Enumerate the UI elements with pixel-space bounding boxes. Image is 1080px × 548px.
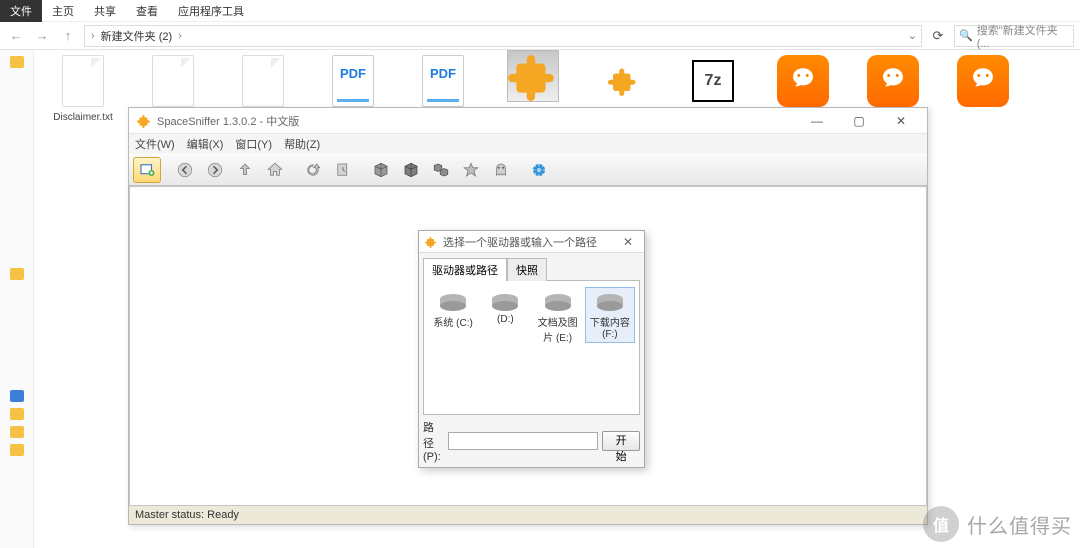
hard-drive-icon bbox=[594, 290, 626, 312]
file-item[interactable] bbox=[948, 50, 1018, 123]
titlebar[interactable]: SpaceSniffer 1.3.0.2 - 中文版 — ▢ ✕ bbox=[129, 108, 927, 134]
tab-home[interactable]: 主页 bbox=[42, 0, 84, 22]
text-file-icon bbox=[152, 55, 194, 107]
text-file-icon bbox=[242, 55, 284, 107]
text-file-icon bbox=[62, 55, 104, 107]
sidebar-marker[interactable] bbox=[10, 444, 24, 456]
chevron-right-icon: › bbox=[176, 30, 184, 42]
status-text: Master status: Ready bbox=[135, 509, 239, 521]
forward-button[interactable] bbox=[201, 157, 229, 183]
drive-c[interactable]: 系统 (C:) bbox=[428, 287, 478, 332]
sidebar-marker[interactable] bbox=[10, 268, 24, 280]
app-icon bbox=[137, 114, 151, 128]
maximize-button[interactable]: ▢ bbox=[841, 111, 877, 131]
drive-label: (D:) bbox=[497, 314, 514, 325]
file-item-disclaimer[interactable]: Disclaimer.txt bbox=[48, 50, 118, 123]
pdf-file-icon: PDF bbox=[422, 55, 464, 107]
window-title: SpaceSniffer 1.3.0.2 - 中文版 bbox=[157, 113, 299, 129]
sidebar-marker[interactable] bbox=[10, 426, 24, 438]
status-bar: Master status: Ready bbox=[129, 506, 927, 524]
breadcrumb-item[interactable]: 新建文件夹 (2) bbox=[101, 28, 173, 44]
file-label: Disclaimer.txt bbox=[53, 112, 112, 123]
tab-view[interactable]: 查看 bbox=[126, 0, 168, 22]
back-button[interactable] bbox=[171, 157, 199, 183]
uc-browser-icon bbox=[957, 55, 1009, 107]
menubar: 文件(W) 编辑(X) 窗口(Y) 帮助(Z) bbox=[129, 134, 927, 154]
explorer-sidebar bbox=[0, 50, 34, 548]
home-button[interactable] bbox=[261, 157, 289, 183]
tab-drives[interactable]: 驱动器或路径 bbox=[423, 258, 507, 281]
dialog-title: 选择一个驱动器或输入一个路径 bbox=[443, 234, 597, 250]
pdf-file-icon: PDF bbox=[332, 55, 374, 107]
extension-file-icon bbox=[595, 50, 651, 112]
toolbar bbox=[129, 154, 927, 186]
new-scan-button[interactable] bbox=[133, 157, 161, 183]
watermark-badge: 值 bbox=[923, 506, 959, 542]
drive-label: 文档及图片 (E:) bbox=[536, 314, 580, 344]
drive-list: 系统 (C:) (D:) 文档及图片 (E:) 下载内容 (F:) bbox=[423, 280, 640, 415]
drive-d[interactable]: (D:) bbox=[480, 287, 530, 328]
start-button[interactable]: 开始 bbox=[602, 431, 640, 451]
close-icon[interactable]: ✕ bbox=[618, 234, 638, 250]
nav-fwd-icon[interactable]: → bbox=[32, 26, 52, 46]
uc-browser-icon bbox=[867, 55, 919, 107]
explorer-ribbon-tabs: 文件 主页 共享 查看 应用程序工具 bbox=[0, 0, 1080, 22]
menu-window[interactable]: 窗口(Y) bbox=[235, 136, 272, 152]
menu-help[interactable]: 帮助(Z) bbox=[284, 136, 320, 152]
tab-app-tools[interactable]: 应用程序工具 bbox=[168, 0, 254, 22]
minimize-button[interactable]: — bbox=[799, 111, 835, 131]
dialog-titlebar[interactable]: 选择一个驱动器或输入一个路径 ✕ bbox=[419, 231, 644, 253]
view-cube1-button[interactable] bbox=[367, 157, 395, 183]
extension-file-icon bbox=[507, 50, 559, 102]
refresh-button[interactable] bbox=[299, 157, 327, 183]
drive-e[interactable]: 文档及图片 (E:) bbox=[533, 287, 583, 347]
menu-file[interactable]: 文件(W) bbox=[135, 136, 175, 152]
watermark: 值 什么值得买 bbox=[923, 506, 1072, 542]
sidebar-marker[interactable] bbox=[10, 408, 24, 420]
app-icon bbox=[425, 236, 437, 248]
path-row: 路径(P): 开始 bbox=[419, 415, 644, 467]
drive-label: 系统 (C:) bbox=[433, 314, 472, 329]
refresh-icon[interactable]: ⟳ bbox=[928, 26, 948, 46]
uc-browser-icon bbox=[777, 55, 829, 107]
sevenzip-icon: 7z bbox=[692, 60, 734, 102]
go-up-button[interactable] bbox=[231, 157, 259, 183]
drive-f[interactable]: 下载内容 (F:) bbox=[585, 287, 635, 343]
settings-button[interactable] bbox=[525, 157, 553, 183]
favorites-button[interactable] bbox=[457, 157, 485, 183]
search-icon: 🔍 bbox=[959, 29, 973, 42]
tab-snapshot[interactable]: 快照 bbox=[507, 258, 547, 281]
close-button[interactable]: ✕ bbox=[883, 111, 919, 131]
rescan-button[interactable] bbox=[329, 157, 357, 183]
nav-up-icon[interactable]: ↑ bbox=[58, 26, 78, 46]
tab-file[interactable]: 文件 bbox=[0, 0, 42, 22]
watermark-text: 什么值得买 bbox=[967, 510, 1072, 539]
view-cubes-button[interactable] bbox=[427, 157, 455, 183]
hard-drive-icon bbox=[437, 290, 469, 312]
spacesniffer-window: SpaceSniffer 1.3.0.2 - 中文版 — ▢ ✕ 文件(W) 编… bbox=[128, 107, 928, 525]
view-cube2-button[interactable] bbox=[397, 157, 425, 183]
breadcrumb-row: ← → ↑ › 新建文件夹 (2) › ⌄ ⟳ 🔍 搜索"新建文件夹 (... bbox=[0, 22, 1080, 50]
chevron-right-icon: › bbox=[89, 30, 97, 42]
hard-drive-icon bbox=[542, 290, 574, 312]
dialog-tabs: 驱动器或路径 快照 bbox=[419, 253, 644, 280]
sidebar-marker[interactable] bbox=[10, 390, 24, 402]
path-label: 路径(P): bbox=[423, 419, 444, 463]
sidebar-marker[interactable] bbox=[10, 56, 24, 68]
drive-label: 下载内容 (F:) bbox=[588, 314, 632, 340]
path-input[interactable] bbox=[448, 432, 598, 450]
drive-chooser-dialog: 选择一个驱动器或输入一个路径 ✕ 驱动器或路径 快照 系统 (C:) (D:) bbox=[418, 230, 645, 468]
client-area: 选择一个驱动器或输入一个路径 ✕ 驱动器或路径 快照 系统 (C:) (D:) bbox=[129, 186, 927, 506]
tab-share[interactable]: 共享 bbox=[84, 0, 126, 22]
search-input[interactable]: 🔍 搜索"新建文件夹 (... bbox=[954, 25, 1074, 47]
hard-drive-icon bbox=[489, 290, 521, 312]
search-placeholder: 搜索"新建文件夹 (... bbox=[977, 22, 1069, 50]
nav-back-icon[interactable]: ← bbox=[6, 26, 26, 46]
menu-edit[interactable]: 编辑(X) bbox=[187, 136, 224, 152]
dropdown-chevron-icon[interactable]: ⌄ bbox=[908, 29, 917, 42]
ghost-button[interactable] bbox=[487, 157, 515, 183]
breadcrumb[interactable]: › 新建文件夹 (2) › ⌄ bbox=[84, 25, 922, 47]
